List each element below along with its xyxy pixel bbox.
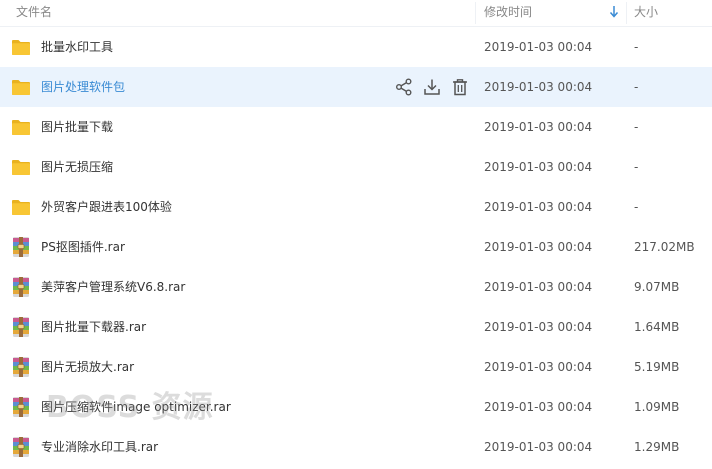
folder-icon — [12, 40, 30, 55]
column-divider — [626, 2, 627, 24]
file-name[interactable]: 外贸客户跟进表100体验 — [41, 187, 172, 227]
file-size: - — [634, 120, 639, 134]
file-row[interactable]: 外贸客户跟进表100体验 2019-01-03 00:04 - — [0, 187, 712, 227]
file-name[interactable]: 图片处理软件包 — [41, 67, 125, 107]
file-modified-time: 2019-01-03 00:04 — [484, 320, 593, 334]
file-name[interactable]: 专业消除水印工具.rar — [41, 427, 158, 467]
file-name[interactable]: 美萍客户管理系统V6.8.rar — [41, 267, 185, 307]
file-modified-time: 2019-01-03 00:04 — [484, 240, 593, 254]
rar-archive-icon — [13, 237, 29, 257]
file-row[interactable]: 图片批量下载器.rar 2019-01-03 00:04 1.64MB — [0, 307, 712, 347]
file-size: - — [634, 40, 639, 54]
column-header-size[interactable]: 大小 — [634, 0, 658, 26]
file-size: 5.19MB — [634, 360, 680, 374]
file-modified-time: 2019-01-03 00:04 — [484, 160, 593, 174]
file-size: 1.64MB — [634, 320, 680, 334]
file-row[interactable]: 专业消除水印工具.rar 2019-01-03 00:04 1.29MB — [0, 427, 712, 467]
rar-archive-icon — [13, 437, 29, 457]
file-size: 9.07MB — [634, 280, 680, 294]
file-name[interactable]: 图片批量下载器.rar — [41, 307, 146, 347]
column-header-modified-time[interactable]: 修改时间 — [484, 0, 532, 26]
file-modified-time: 2019-01-03 00:04 — [484, 120, 593, 134]
file-list-header: 文件名 修改时间 大小 — [0, 0, 712, 27]
file-modified-time: 2019-01-03 00:04 — [484, 440, 593, 454]
file-size: - — [634, 160, 639, 174]
column-header-name[interactable]: 文件名 — [16, 0, 52, 26]
folder-icon — [12, 200, 30, 215]
file-size: - — [634, 80, 639, 94]
column-divider — [475, 2, 476, 24]
file-modified-time: 2019-01-03 00:04 — [484, 400, 593, 414]
file-size: 1.29MB — [634, 440, 680, 454]
rar-archive-icon — [13, 397, 29, 417]
file-size: 1.09MB — [634, 400, 680, 414]
file-row[interactable]: 批量水印工具 2019-01-03 00:04 - — [0, 27, 712, 67]
download-icon[interactable] — [422, 77, 442, 97]
rar-archive-icon — [13, 317, 29, 337]
file-row[interactable]: 图片批量下载 2019-01-03 00:04 - — [0, 107, 712, 147]
file-name[interactable]: 图片批量下载 — [41, 107, 113, 147]
file-row[interactable]: 图片无损放大.rar 2019-01-03 00:04 5.19MB — [0, 347, 712, 387]
file-row[interactable]: PS抠图插件.rar 2019-01-03 00:04 217.02MB — [0, 227, 712, 267]
file-name[interactable]: 图片无损压缩 — [41, 147, 113, 187]
file-modified-time: 2019-01-03 00:04 — [484, 200, 593, 214]
share-icon[interactable] — [394, 77, 414, 97]
file-modified-time: 2019-01-03 00:04 — [484, 280, 593, 294]
folder-icon — [12, 120, 30, 135]
file-name[interactable]: 批量水印工具 — [41, 27, 113, 67]
file-modified-time: 2019-01-03 00:04 — [484, 360, 593, 374]
rar-archive-icon — [13, 357, 29, 377]
file-name[interactable]: 图片无损放大.rar — [41, 347, 134, 387]
file-name[interactable]: PS抠图插件.rar — [41, 227, 125, 267]
rar-archive-icon — [13, 277, 29, 297]
trash-icon[interactable] — [450, 77, 470, 97]
file-row[interactable]: 图片压缩软件image optimizer.rar 2019-01-03 00:0… — [0, 387, 712, 427]
file-modified-time: 2019-01-03 00:04 — [484, 40, 593, 54]
file-row[interactable]: 美萍客户管理系统V6.8.rar 2019-01-03 00:04 9.07MB — [0, 267, 712, 307]
sort-descending-icon[interactable] — [608, 5, 620, 19]
file-list: 批量水印工具 2019-01-03 00:04 - 图片处理软件包 2019-01-03… — [0, 27, 712, 467]
folder-icon — [12, 160, 30, 175]
file-size: 217.02MB — [634, 240, 695, 254]
folder-icon — [12, 80, 30, 95]
file-modified-time: 2019-01-03 00:04 — [484, 80, 593, 94]
file-name[interactable]: 图片压缩软件image optimizer.rar — [41, 387, 231, 427]
file-row[interactable]: 图片处理软件包 2019-01-03 00:04 - — [0, 67, 712, 107]
file-row[interactable]: 图片无损压缩 2019-01-03 00:04 - — [0, 147, 712, 187]
file-size: - — [634, 200, 639, 214]
